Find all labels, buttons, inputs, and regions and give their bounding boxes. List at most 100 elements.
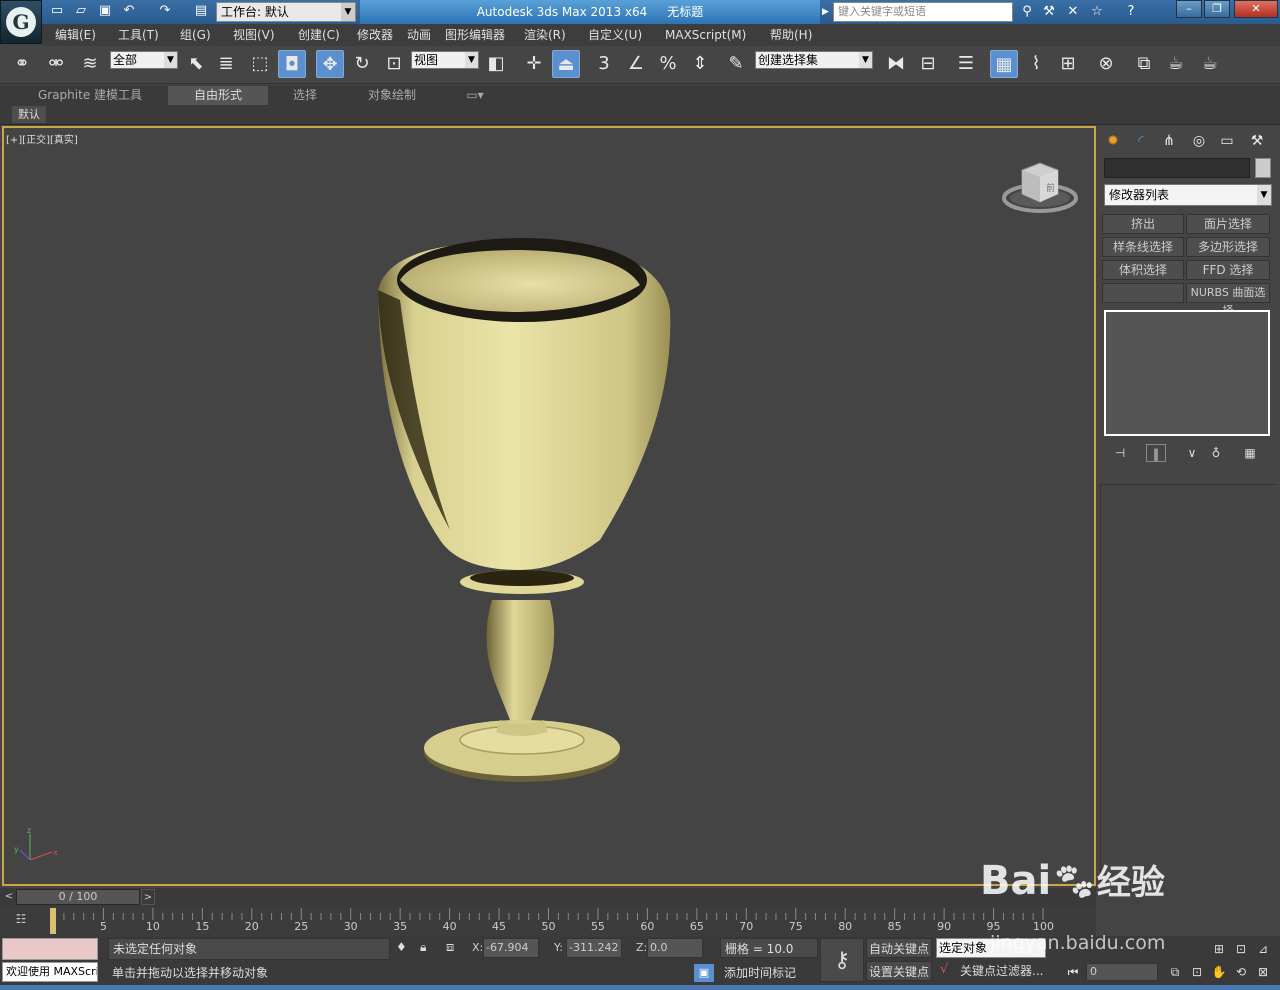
maximize-viewport-icon[interactable]: ⊠ xyxy=(1254,963,1272,981)
pan-view-icon[interactable]: ✋ xyxy=(1210,963,1228,981)
time-tag-icon[interactable]: ▣ xyxy=(694,964,714,982)
selection-lock-icon[interactable]: 🔒︎ xyxy=(420,940,434,958)
undo-icon[interactable]: ↶ xyxy=(120,2,138,20)
key-mode-icon[interactable]: √ xyxy=(940,962,958,980)
motion-tab-icon[interactable]: ◎ xyxy=(1188,130,1210,152)
goblet-object[interactable] xyxy=(360,220,690,810)
menu-modifiers[interactable]: 修改器 xyxy=(357,27,393,43)
pin-stack-icon[interactable]: ⊣ xyxy=(1110,444,1130,462)
subscription-icon[interactable]: ⚒ xyxy=(1040,3,1058,21)
orbit-icon[interactable]: ⟲ xyxy=(1232,963,1250,981)
align-icon[interactable]: ⊟ xyxy=(914,50,942,78)
menu-customize[interactable]: 自定义(U) xyxy=(588,27,642,43)
absolute-mode-icon[interactable]: ⧈ xyxy=(446,940,464,958)
current-frame-field[interactable]: 0 xyxy=(1086,963,1158,981)
binoculars-icon[interactable]: ⚲ xyxy=(1018,3,1036,21)
app-menu-button[interactable]: G xyxy=(0,0,42,44)
menu-tools[interactable]: 工具(T) xyxy=(118,27,159,43)
save-file-icon[interactable]: ▣ xyxy=(96,2,114,20)
object-name-field[interactable] xyxy=(1104,158,1250,178)
viewport-label[interactable]: [+][正交][真实] xyxy=(6,131,78,146)
snaps-toggle-icon[interactable]: 3 xyxy=(590,50,618,78)
window-crossing-icon[interactable]: ◘ xyxy=(278,50,306,78)
x-coordinate-field[interactable]: -67.904 xyxy=(483,938,539,958)
show-end-result-icon[interactable]: ‖ xyxy=(1146,444,1166,462)
z-coordinate-field[interactable]: 0.0 xyxy=(647,938,703,958)
tab-object-paint[interactable]: 对象绘制 xyxy=(345,86,439,105)
ffd-select-button[interactable]: FFD 选择 xyxy=(1186,260,1270,280)
tab-freeform[interactable]: 自由形式 xyxy=(168,86,268,105)
modifier-stack-list[interactable] xyxy=(1104,310,1270,436)
isolate-selection-icon[interactable]: ♦ xyxy=(396,940,410,958)
rectangular-selection-icon[interactable]: ⬚ xyxy=(246,50,274,78)
modify-tab-icon[interactable]: ◜ xyxy=(1130,130,1152,152)
graphite-toggle-icon[interactable]: ▦ xyxy=(990,50,1018,78)
render-production-icon[interactable]: ☕ xyxy=(1196,50,1224,78)
minimize-button[interactable]: – xyxy=(1176,0,1202,18)
named-selection-dropdown[interactable]: 创建选择集 ▼ xyxy=(755,51,873,69)
selection-filter-dropdown[interactable]: 全部 ▼ xyxy=(110,51,178,69)
close-button[interactable]: ✕ xyxy=(1234,0,1278,18)
menu-group[interactable]: 组(G) xyxy=(180,27,211,43)
poly-select-button[interactable]: 多边形选择 xyxy=(1186,237,1270,257)
maxscript-listener-input[interactable] xyxy=(2,938,98,960)
mini-curve-editor-icon[interactable]: ☷ xyxy=(10,912,32,930)
menu-help[interactable]: 帮助(H) xyxy=(770,27,812,43)
time-config-icon[interactable]: ⧉ xyxy=(1166,963,1184,981)
ribbon-options-icon[interactable]: ▭▾ xyxy=(460,86,490,105)
render-setup-icon[interactable]: ⧉ xyxy=(1130,50,1158,78)
unlink-icon[interactable]: ⚮ xyxy=(42,50,70,78)
edit-named-selection-icon[interactable]: ✎ xyxy=(722,50,750,78)
select-and-move-icon[interactable]: ✥ xyxy=(316,50,344,78)
bind-space-warp-icon[interactable]: ≋ xyxy=(76,50,104,78)
select-and-rotate-icon[interactable]: ↻ xyxy=(348,50,376,78)
workspace-dropdown[interactable]: 工作台: 默认 ▼ xyxy=(216,2,356,22)
select-object-icon[interactable]: ⬉ xyxy=(182,50,210,78)
menu-create[interactable]: 创建(C) xyxy=(298,27,340,43)
empty-modifier-button[interactable] xyxy=(1102,283,1184,303)
pivot-center-icon[interactable]: ◧ xyxy=(482,50,510,78)
layer-manager-icon[interactable]: ☰ xyxy=(952,50,980,78)
object-color-swatch[interactable] xyxy=(1255,158,1271,178)
nurbs-select-button[interactable]: NURBS 曲面选择 xyxy=(1186,283,1270,317)
set-key-icon[interactable]: ⚷ xyxy=(820,938,864,982)
spline-select-button[interactable]: 样条线选择 xyxy=(1102,237,1184,257)
favorites-star-icon[interactable]: ☆ xyxy=(1088,3,1106,21)
menu-edit[interactable]: 编辑(E) xyxy=(55,27,96,43)
menu-graph-editors[interactable]: 图形编辑器 xyxy=(445,27,505,43)
select-manipulate-icon[interactable]: ✛ xyxy=(520,50,548,78)
modifier-list-dropdown[interactable]: 修改器列表 ▼ xyxy=(1104,184,1272,206)
new-file-icon[interactable]: ▭ xyxy=(48,2,66,20)
menu-rendering[interactable]: 渲染(R) xyxy=(524,27,566,43)
zoom-extents-icon[interactable]: ⊡ xyxy=(1188,963,1206,981)
spinner-snap-icon[interactable]: ⇕ xyxy=(686,50,714,78)
schematic-view-icon[interactable]: ⊞ xyxy=(1054,50,1082,78)
auto-key-button[interactable]: 自动关键点 xyxy=(866,938,932,958)
current-frame-marker[interactable] xyxy=(50,908,56,934)
configure-sets-icon[interactable]: ▦ xyxy=(1240,444,1260,462)
hierarchy-tab-icon[interactable]: ⋔ xyxy=(1158,130,1180,152)
select-and-scale-icon[interactable]: ⊡ xyxy=(380,50,408,78)
maxscript-output[interactable]: 欢迎使用 MAXScri xyxy=(2,962,98,982)
view-cube[interactable]: 前 xyxy=(1000,160,1080,216)
time-slider-next[interactable]: > xyxy=(141,889,155,905)
field-of-view-icon[interactable]: ⊿ xyxy=(1254,940,1272,958)
menu-view[interactable]: 视图(V) xyxy=(233,27,275,43)
y-coordinate-field[interactable]: -311.242 xyxy=(566,938,622,958)
curve-editor-icon[interactable]: ⌇ xyxy=(1022,50,1050,78)
reference-coordinate-dropdown[interactable]: 视图 ▼ xyxy=(411,51,479,69)
rendered-frame-window-icon[interactable]: ☕ xyxy=(1162,50,1190,78)
project-folder-icon[interactable]: ▤ xyxy=(192,2,210,20)
search-input[interactable]: 键入关键字或短语 xyxy=(833,2,1013,22)
angle-snap-icon[interactable]: ∠ xyxy=(622,50,650,78)
help-icon[interactable]: ? xyxy=(1122,3,1140,21)
make-unique-icon[interactable]: ∨ xyxy=(1182,444,1202,462)
remove-modifier-icon[interactable]: ♁ xyxy=(1206,444,1226,462)
go-to-start-icon[interactable]: ⏮ xyxy=(1064,963,1082,981)
link-icon[interactable]: ⚭ xyxy=(8,50,36,78)
create-tab-icon[interactable]: ✹ xyxy=(1102,130,1124,152)
maximize-button[interactable]: ❐ xyxy=(1204,0,1230,18)
utilities-tab-icon[interactable]: ⚒ xyxy=(1246,130,1268,152)
ribbon-default-button[interactable]: 默认 xyxy=(12,106,46,123)
keyboard-shortcut-override-icon[interactable]: ⏏ xyxy=(552,50,580,78)
